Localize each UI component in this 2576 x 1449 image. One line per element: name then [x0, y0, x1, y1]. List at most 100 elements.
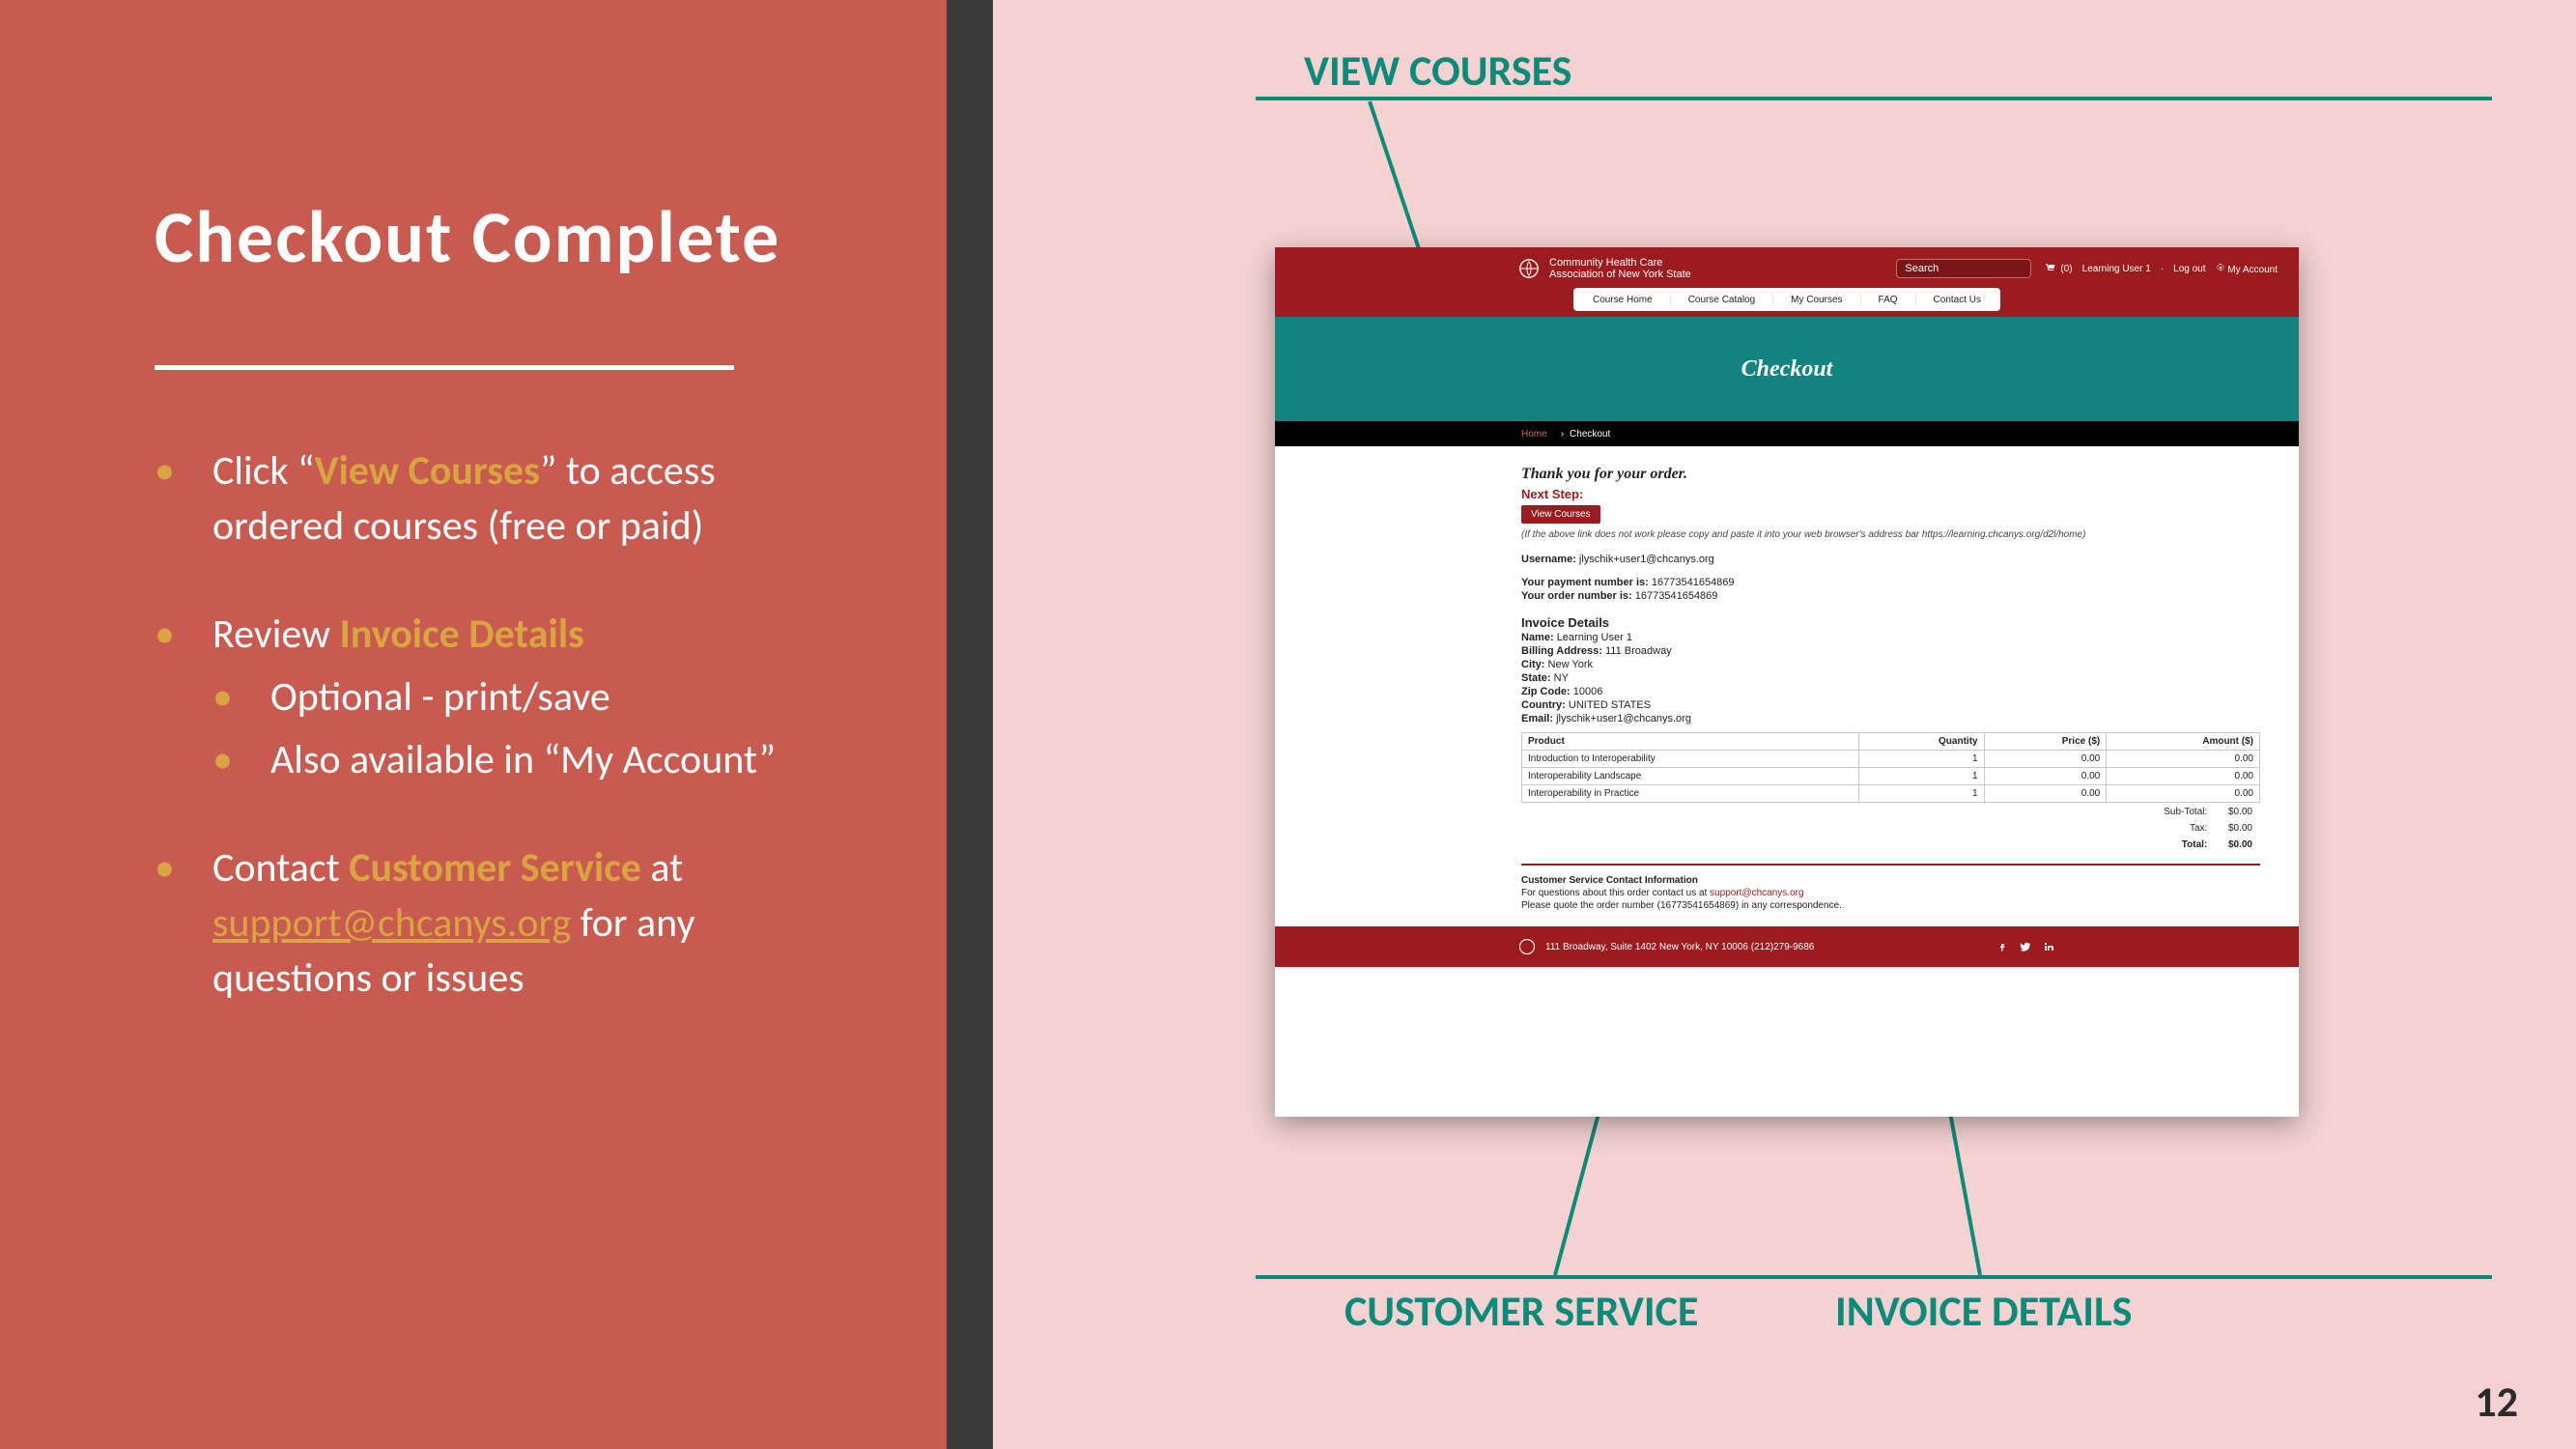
breadcrumb-home[interactable]: Home [1521, 429, 1547, 440]
total-value: $0.00 [2215, 838, 2258, 852]
facebook-icon[interactable] [1996, 940, 2009, 953]
zip-label: Zip Code: [1521, 686, 1571, 697]
menu-item[interactable]: Course Catalog [1671, 295, 1773, 305]
hero: Checkout [1275, 317, 2299, 421]
cart-link[interactable]: (0) [2045, 263, 2072, 274]
cell-qty: 1 [1859, 751, 1984, 768]
payment-row: Your payment number is: 16773541654869 [1521, 577, 2260, 588]
callout-rule-top [1256, 97, 2492, 100]
cs-email-link[interactable]: support@chcanys.org [1710, 888, 1803, 898]
th-amount: Amount ($) [2107, 733, 2260, 751]
callout-customer-service: CUSTOMER SERVICE [1345, 1285, 1698, 1337]
user-label[interactable]: Learning User 1 [2082, 264, 2151, 274]
bullet-emphasis: View Courses [315, 446, 540, 496]
bullet-text: Optional - print/save [270, 672, 610, 722]
th-product: Product [1522, 733, 1859, 751]
footer-address: 111 Broadway, Suite 1402 New York, NY 10… [1545, 942, 1814, 952]
billing-value: 111 Broadway [1605, 645, 1672, 657]
table-row: Introduction to Interoperability 1 0.00 … [1522, 751, 2260, 768]
menu-item[interactable]: My Courses [1773, 295, 1860, 305]
order-value: 16773541654869 [1635, 590, 1718, 602]
invoice-heading: Invoice Details [1521, 615, 2260, 630]
city-value: New York [1548, 659, 1593, 670]
th-qty: Quantity [1859, 733, 1984, 751]
menu-item[interactable]: Contact Us [1916, 295, 1998, 305]
username-value: jlyschik+user1@chcanys.org [1579, 554, 1714, 565]
bullet-text: Click “ [212, 446, 315, 496]
total-label: Total: [2146, 838, 2213, 852]
subtotal-label: Sub-Total: [2146, 805, 2213, 819]
slide: Checkout Complete Click “View Courses” t… [0, 0, 2576, 1449]
bullet-emphasis: Invoice Details [340, 610, 584, 659]
bullet-text: Contact [212, 843, 349, 893]
cell-qty: 1 [1859, 768, 1984, 785]
cs-line1-pre: For questions about this order contact u… [1521, 888, 1710, 898]
cell-price: 0.00 [1984, 751, 2107, 768]
cell-amount: 0.00 [2107, 768, 2260, 785]
zip-value: 10006 [1573, 686, 1603, 697]
bullet-item: Click “View Courses” to access ordered c… [155, 444, 840, 554]
country-value: UNITED STATES [1569, 699, 1651, 711]
cell-amount: 0.00 [2107, 785, 2260, 803]
billing-label: Billing Address: [1521, 645, 1602, 657]
bullet-item: Review Invoice Details Optional - print/… [155, 608, 840, 787]
org-name-line2: Association of New York State [1549, 269, 1691, 280]
cell-product: Introduction to Interoperability [1522, 751, 1859, 768]
state-value: NY [1554, 672, 1569, 684]
subtotal-value: $0.00 [2215, 805, 2258, 819]
screenshot: Community Health Care Association of New… [1275, 247, 2299, 1117]
util-bar: Community Health Care Association of New… [1275, 247, 2299, 290]
bullet-subitem: Optional - print/save [212, 670, 840, 725]
city-label: City: [1521, 659, 1544, 670]
bullet-list: Click “View Courses” to access ordered c… [155, 444, 840, 1061]
cs-heading: Customer Service Contact Information [1521, 875, 2260, 886]
bullet-text: Also available in “My Account” [270, 735, 776, 784]
util-right: (0) Learning User 1 · Log out My Account [2045, 263, 2278, 275]
email-label: Email: [1521, 713, 1553, 724]
page-title: Checkout Complete [155, 193, 840, 282]
cart-icon [2045, 263, 2056, 274]
page-number: 12 [2475, 1376, 2518, 1428]
tax-label: Tax: [2146, 821, 2213, 836]
th-price: Price ($) [1984, 733, 2107, 751]
menu-item[interactable]: FAQ [1861, 295, 1916, 305]
bullet-item: Contact Customer Service at support@chca… [155, 841, 840, 1006]
breadcrumb: Home › Checkout [1275, 421, 2299, 446]
view-courses-button[interactable]: View Courses [1521, 505, 1600, 524]
bullet-subitem: Also available in “My Account” [212, 733, 840, 788]
name-label: Name: [1521, 632, 1554, 643]
tax-value: $0.00 [2215, 821, 2258, 836]
order-label: Your order number is: [1521, 590, 1632, 602]
callout-rule-bottom [1256, 1275, 2492, 1279]
support-email-link[interactable]: support@chcanys.org [212, 898, 571, 948]
bullet-text: at [641, 843, 683, 893]
order-row: Your order number is: 16773541654869 [1521, 590, 2260, 602]
linkedin-icon[interactable] [2042, 940, 2055, 953]
payment-label: Your payment number is: [1521, 577, 1649, 588]
cell-amount: 0.00 [2107, 751, 2260, 768]
account-link[interactable]: My Account [2216, 263, 2278, 275]
next-step-label: Next Step: [1521, 487, 2260, 501]
cell-qty: 1 [1859, 785, 1984, 803]
callout-view-courses: VIEW COURSES [1304, 44, 1571, 97]
sidebar: Checkout Complete Click “View Courses” t… [0, 0, 947, 1449]
breadcrumb-current: Checkout [1570, 429, 1610, 440]
bullet-text: Review [212, 610, 340, 659]
table-row: Interoperability Landscape 1 0.00 0.00 [1522, 768, 2260, 785]
footer: 111 Broadway, Suite 1402 New York, NY 10… [1275, 926, 2299, 967]
org-name-line1: Community Health Care [1549, 257, 1691, 269]
table-row: Interoperability in Practice 1 0.00 0.00 [1522, 785, 2260, 803]
search-input[interactable]: Search [1896, 259, 2031, 278]
cs-line-1: For questions about this order contact u… [1521, 888, 2260, 898]
twitter-icon[interactable] [2019, 940, 2032, 953]
country-label: Country: [1521, 699, 1566, 711]
gear-icon [2216, 263, 2225, 272]
menu-item[interactable]: Course Home [1575, 295, 1671, 305]
logo-icon [1518, 258, 1540, 279]
payment-value: 16773541654869 [1652, 577, 1735, 588]
cell-product: Interoperability in Practice [1522, 785, 1859, 803]
totals: Sub-Total:$0.00 Tax:$0.00 Total:$0.00 [1521, 803, 2260, 854]
breadcrumb-sep: › [1561, 429, 1564, 440]
items-table: Product Quantity Price ($) Amount ($) In… [1521, 732, 2260, 803]
logout-link[interactable]: Log out [2173, 264, 2205, 274]
